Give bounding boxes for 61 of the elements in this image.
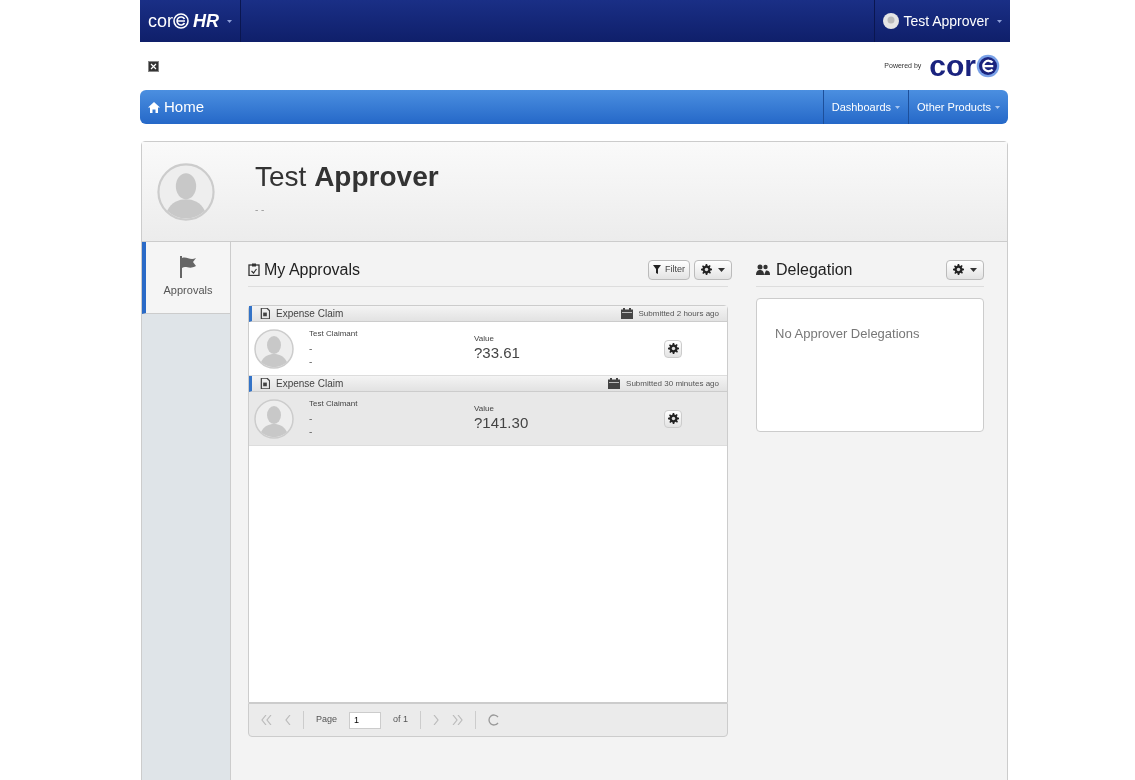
sidebar-tab[interactable]: Approvals bbox=[142, 242, 230, 314]
claimant-name: Test Claimant bbox=[309, 399, 359, 409]
claim-type: Expense Claim bbox=[276, 377, 344, 391]
brand-logo[interactable]: cor HR bbox=[148, 7, 219, 35]
document-icon bbox=[260, 308, 270, 319]
settings-dropdown[interactable] bbox=[946, 259, 984, 280]
claim-detail: - bbox=[309, 413, 314, 426]
home-link[interactable]: Home bbox=[140, 90, 212, 124]
row-settings-button[interactable] bbox=[664, 339, 682, 358]
caret-icon bbox=[995, 105, 1000, 109]
row-settings-button[interactable] bbox=[664, 409, 682, 428]
claim-value: ?33.61 bbox=[474, 344, 521, 363]
caret-icon bbox=[895, 105, 900, 109]
claim-detail: - bbox=[309, 355, 314, 368]
delegation-title: Delegation bbox=[756, 257, 853, 282]
nav-menu[interactable]: Dashboards bbox=[822, 90, 908, 124]
users-icon bbox=[756, 264, 770, 275]
home-icon bbox=[148, 101, 160, 113]
clipboard-icon bbox=[248, 263, 260, 276]
claim-value: ?141.30 bbox=[474, 414, 530, 433]
gear-icon bbox=[667, 343, 679, 354]
empty-message: No Approver Delegations bbox=[775, 326, 920, 341]
claim-detail: - bbox=[309, 425, 314, 438]
filter-button[interactable]: Filter bbox=[648, 259, 690, 280]
caret-icon bbox=[997, 19, 1002, 23]
calendar-icon bbox=[620, 308, 633, 319]
value-label: Value bbox=[474, 404, 495, 415]
user-avatar-icon bbox=[883, 13, 900, 29]
core-logo: cor bbox=[929, 51, 1000, 81]
claim-type: Expense Claim bbox=[276, 307, 344, 321]
caret-icon bbox=[227, 19, 232, 23]
submitted-time: Submitted 2 hours ago bbox=[638, 307, 719, 320]
flag-icon bbox=[178, 256, 198, 279]
gear-icon bbox=[701, 264, 712, 275]
filter-icon bbox=[653, 265, 661, 274]
value-label: Value bbox=[474, 334, 495, 345]
e-logo-icon bbox=[173, 13, 189, 29]
settings-dropdown[interactable] bbox=[694, 259, 732, 280]
approvals-title: My Approvals bbox=[248, 257, 361, 282]
page-label: Page bbox=[316, 713, 338, 727]
page-input[interactable]: 1 bbox=[349, 711, 382, 729]
submitted-time: Submitted 30 minutes ago bbox=[626, 377, 719, 390]
close-icon[interactable] bbox=[148, 60, 159, 72]
gear-icon bbox=[953, 264, 964, 275]
caret-icon bbox=[718, 267, 725, 272]
user-menu[interactable]: Test Approver bbox=[903, 10, 989, 32]
avatar-icon bbox=[254, 398, 294, 439]
claim-detail: - bbox=[309, 343, 314, 356]
e-logo-icon bbox=[976, 54, 1000, 78]
document-icon bbox=[260, 378, 270, 389]
claim-row[interactable]: Test Claimant - - Value ?141.30 bbox=[249, 392, 727, 446]
profile-name: Test Approver bbox=[255, 160, 439, 194]
calendar-icon bbox=[608, 378, 621, 389]
profile-subtitle: - - bbox=[255, 203, 266, 217]
claimant-name: Test Claimant bbox=[309, 329, 359, 339]
avatar-icon bbox=[254, 328, 294, 369]
nav-menu[interactable]: Other Products bbox=[908, 90, 1008, 124]
gear-icon bbox=[667, 413, 679, 424]
caret-icon bbox=[970, 267, 977, 272]
avatar-icon bbox=[157, 162, 215, 221]
page-count: of 1 bbox=[393, 713, 409, 727]
